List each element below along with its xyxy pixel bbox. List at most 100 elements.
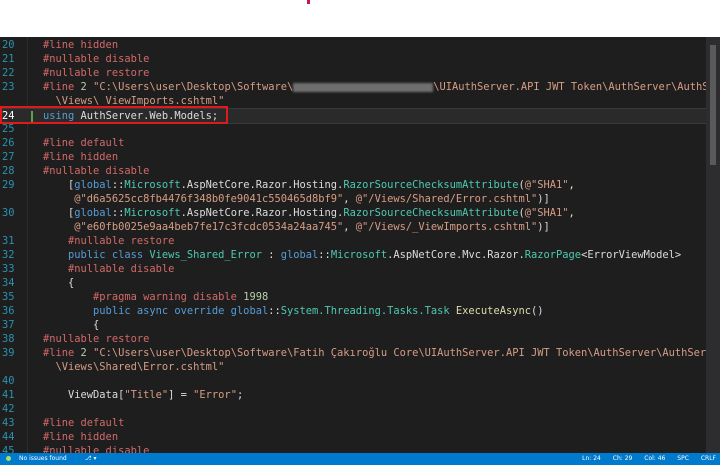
code-line[interactable]: 42	[0, 402, 706, 416]
line-code: #nullable restore	[43, 66, 149, 80]
code-token: @"d6a5625cc8fb4476f348b0fe9041c550465d8b…	[74, 193, 344, 205]
check-icon	[6, 456, 11, 461]
line-number: 24	[2, 110, 15, 122]
code-line[interactable]: 20 #line hidden	[0, 38, 706, 52]
line-number: 21	[2, 53, 15, 65]
code-token: RazorSourceChecksumAttribute	[343, 207, 519, 219]
code-line[interactable]: 29 [global::Microsoft.AspNetCore.Razor.H…	[0, 178, 706, 192]
issues-status[interactable]: No issues found	[6, 455, 75, 462]
line-number: 40	[2, 375, 15, 387]
code-token: ] =	[168, 389, 194, 401]
code-line[interactable]: 30 [global::Microsoft.AspNetCore.Razor.H…	[0, 206, 706, 220]
line-number: 37	[2, 319, 15, 331]
code-line[interactable]: 25	[0, 122, 706, 136]
code-token: #pragma warning disable	[43, 291, 244, 303]
code-token: \Views\_ViewImports.cshtml"	[43, 95, 225, 107]
line-code: public async override global::System.Thr…	[43, 304, 544, 318]
code-line[interactable]: 38 #nullable restore	[0, 332, 706, 346]
code-editor[interactable]: 20 #line hidden 21 #nullable disable 22 #null…	[0, 37, 720, 453]
line-code: [global::Microsoft.AspNetCore.Razor.Host…	[43, 206, 575, 220]
code-token: ,	[568, 179, 575, 191]
code-token: ExecuteAsync	[455, 305, 531, 317]
line-number: 43	[2, 417, 15, 429]
code-line[interactable]: 40	[0, 374, 706, 388]
code-token: ::	[111, 179, 125, 191]
code-line[interactable]: 26 #line default	[0, 136, 706, 150]
code-token: \UIAuthServer.API JWT Token\AuthServer\A…	[433, 81, 720, 93]
line-code: #line default	[43, 416, 124, 430]
code-line[interactable]: 44 #line hidden	[0, 430, 706, 444]
line-number: 33	[2, 263, 15, 275]
line-number: 41	[2, 389, 15, 401]
line-number: 20	[2, 39, 15, 51]
code-token: global	[74, 179, 112, 191]
code-line[interactable]: 27 #line hidden	[0, 150, 706, 164]
code-line[interactable]: 28 #nullable disable	[0, 164, 706, 178]
code-line[interactable]: 31 #nullable restore	[0, 234, 706, 248]
line-number: 39	[2, 347, 15, 359]
col-indicator[interactable]: Col: 46	[644, 455, 665, 462]
line-number: 28	[2, 165, 15, 177]
line-code: [global::Microsoft.AspNetCore.Razor.Host…	[43, 178, 575, 192]
code-line[interactable]: 37 {	[0, 318, 706, 332]
code-token: @"SHA1"	[524, 207, 569, 219]
code-line[interactable]: 41 ViewData["Title"] = "Error";	[0, 388, 706, 402]
code-line[interactable]: 23 #line 2 "C:\Users\user\Desktop\Softwar…	[0, 80, 720, 94]
line-code: @"d6a5625cc8fb4476f348b0fe9041c550465d8b…	[43, 192, 550, 206]
code-token: ()	[530, 305, 544, 317]
line-code: #line hidden	[43, 430, 118, 444]
line-code: using AuthServer.Web.Models;	[43, 109, 218, 123]
code-token: "C:\Users\user\Desktop\Software\	[86, 81, 294, 93]
code-line[interactable]: 43 #line default	[0, 416, 706, 430]
code-token: .AspNetCore.Razor.Hosting.	[180, 179, 344, 191]
line-number: 25	[2, 123, 15, 135]
code-line[interactable]: 33 #nullable disable	[0, 262, 706, 276]
line-ending-indicator[interactable]: CRLF	[701, 455, 716, 462]
line-indicator[interactable]: Ln: 24	[582, 455, 601, 462]
line-code: #line 2 "C:\Users\user\Desktop\Software\…	[43, 346, 720, 360]
code-token: :	[261, 249, 281, 261]
code-token: )]	[537, 193, 550, 205]
line-number: 29	[2, 179, 15, 191]
code-line[interactable]: @"d6a5625cc8fb4476f348b0fe9041c550465d8b…	[0, 192, 706, 206]
line-code: {	[43, 276, 74, 290]
line-code: @"e60fb0025e9aa4beb7fe17c3fcdc0534a24aa7…	[43, 220, 549, 234]
code-token: ,	[343, 193, 356, 205]
code-line[interactable]: 32 public class Views_Shared_Error : glo…	[0, 248, 706, 262]
top-accent-mark	[307, 0, 310, 4]
code-token: "Error"	[193, 389, 237, 401]
line-number: 31	[2, 235, 15, 247]
code-line[interactable]: 22 #nullable restore	[0, 66, 706, 80]
code-line[interactable]: \Views\Shared\Error.cshtml"	[0, 360, 706, 374]
code-token: \Views\Shared\Error.cshtml"	[43, 361, 225, 373]
line-number: 34	[2, 277, 15, 289]
whitespace-indicator[interactable]: SPC	[677, 455, 689, 462]
code-line[interactable]: 39 #line 2 "C:\Users\user\Desktop\Softwar…	[0, 346, 720, 360]
redacted-path	[293, 82, 434, 92]
issues-label: No issues found	[19, 455, 67, 462]
code-token: {	[43, 277, 75, 289]
scrollbar-thumb[interactable]	[710, 45, 716, 165]
code-token: ,	[343, 221, 356, 233]
line-code: #nullable restore	[43, 332, 149, 346]
code-token: @"e60fb0025e9aa4beb7fe17c3fcdc0534a24aa7…	[74, 221, 344, 233]
line-number: 30	[2, 207, 15, 219]
code-line[interactable]: 35 #pragma warning disable 1998	[0, 290, 706, 304]
line-code: #nullable restore	[43, 234, 174, 248]
code-line[interactable]: @"e60fb0025e9aa4beb7fe17c3fcdc0534a24aa7…	[0, 220, 706, 234]
char-indicator[interactable]: Ch: 29	[613, 455, 633, 462]
code-token: #line hidden	[43, 39, 119, 51]
code-line[interactable]: 45 #nullable disable	[0, 444, 706, 453]
vertical-scrollbar[interactable]	[706, 37, 720, 453]
code-line[interactable]: 21 #nullable disable	[0, 52, 706, 66]
code-token: global	[280, 249, 319, 261]
code-line[interactable]: 34 {	[0, 276, 706, 290]
code-line[interactable]: 36 public async override global::System.…	[0, 304, 706, 318]
line-code: #line hidden	[43, 150, 118, 164]
code-line[interactable]: \Views\_ViewImports.cshtml"	[0, 94, 706, 108]
code-token: "C:\Users\user\Desktop\Software\Fatih Ça…	[86, 347, 720, 359]
code-token: public async override	[43, 305, 231, 317]
code-token: #line	[43, 347, 81, 359]
branch-dropdown[interactable]: ⎇ ▾	[85, 455, 97, 462]
